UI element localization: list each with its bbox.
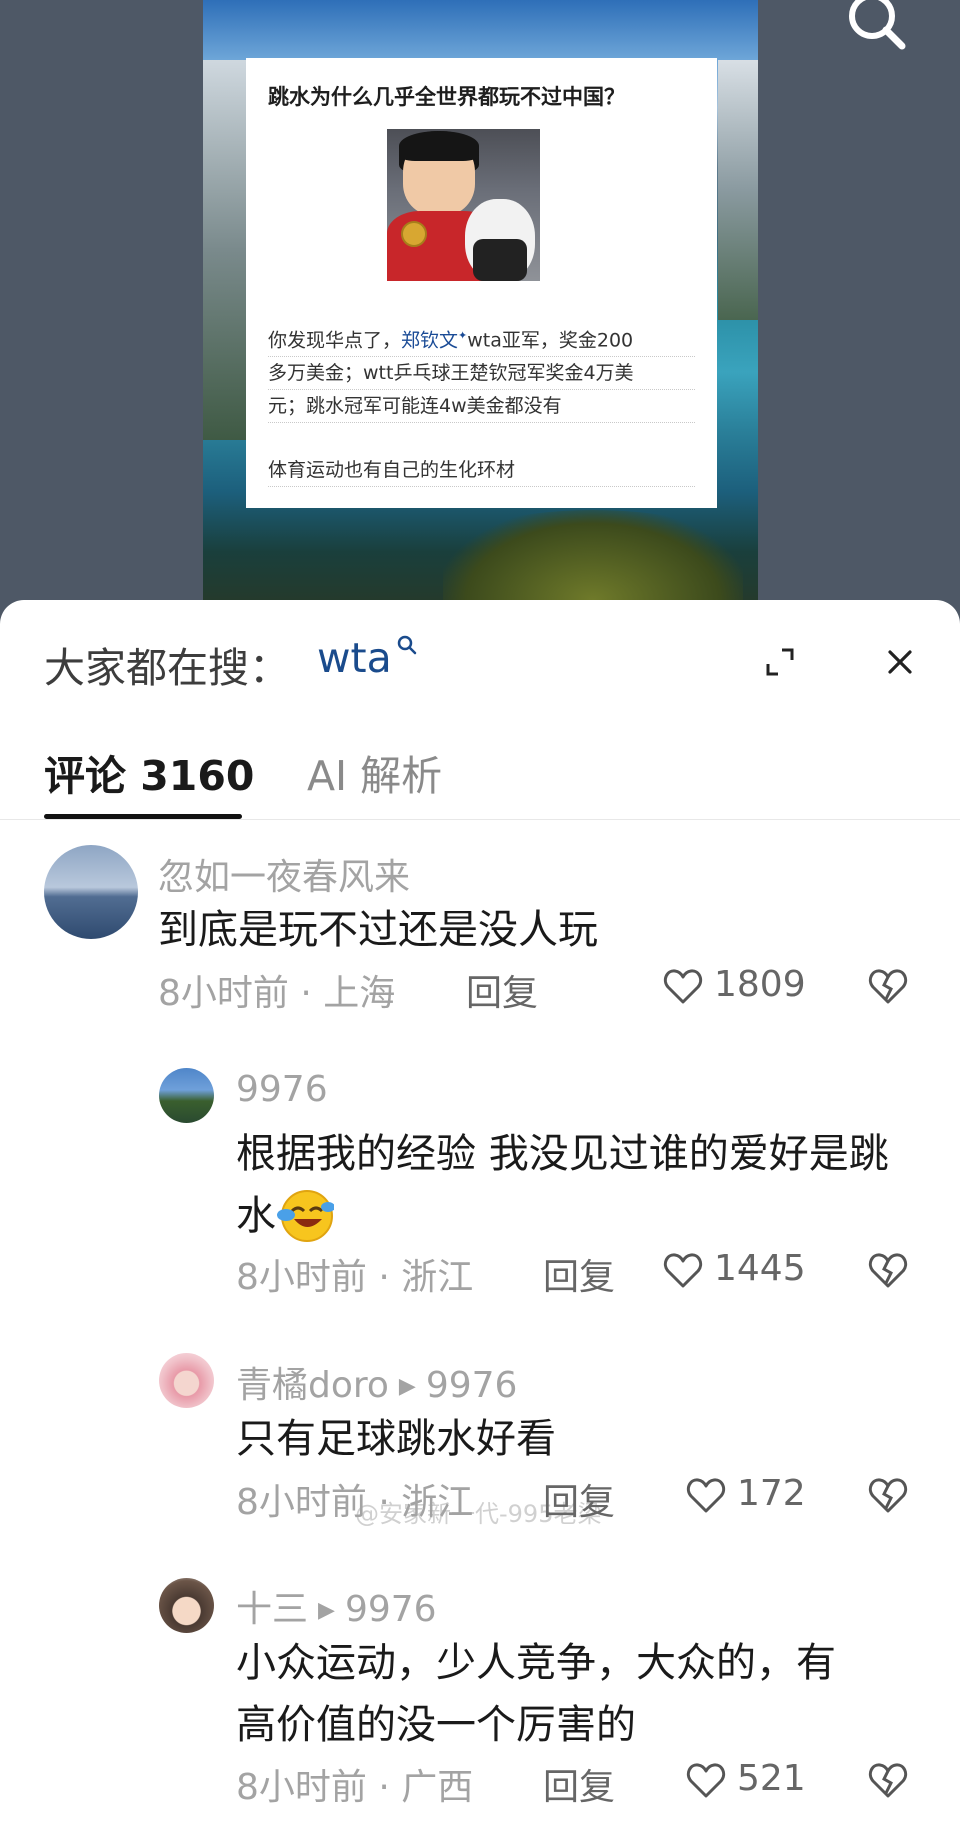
search-label: 大家都在搜： [44,644,290,692]
medal-icon [401,221,427,247]
comment-author[interactable]: 忽如一夜春风来 [158,848,410,900]
like-count: 521 [737,1758,806,1799]
search-term-link[interactable]: wta [317,634,392,682]
close-icon[interactable] [882,644,918,680]
reply-button[interactable]: 回复 [543,1758,615,1810]
reply-button[interactable]: 回复 [543,1248,615,1300]
broken-heart-icon[interactable] [868,1251,908,1291]
heart-icon[interactable] [686,1762,726,1800]
avatar[interactable] [159,1353,214,1408]
trending-search-row: 大家都在搜： wta [44,630,924,692]
comment-meta: 8小时前 · 浙江 [236,1257,474,1298]
comment-author[interactable]: 十三 ▶ 9976 [236,1580,437,1632]
card-note: 体育运动也有自己的生化环材 [268,455,695,487]
tab-ai-analysis[interactable]: AI 解析 [307,742,442,802]
broken-heart-icon[interactable] [868,1761,908,1801]
comment-meta: 8小时前 · 上海 [158,973,396,1014]
question-card: 跳水为什么几乎全世界都玩不过中国？ 你发现华点了，郑钦文✦wta亚军，奖金200… [246,58,717,508]
tab-active-indicator [44,814,242,819]
comment-text: 根据我的经验 我没见过谁的爱好是跳水 [236,1123,926,1247]
foliage [443,510,743,600]
avatar[interactable] [159,1578,214,1633]
reply-arrow-icon: ▶ [318,1598,335,1623]
comment-sheet: 大家都在搜： wta 评论 3160 AI 解析 忽如一夜春风来 到底是玩不过还… [0,600,960,1830]
comment-text: 小众运动，少人竞争，大众的，有 高价值的没一个厉害的 [236,1640,836,1748]
comment-text: 到底是玩不过还是没人玩 [158,907,598,953]
card-name-link[interactable]: 郑钦文 [401,329,458,351]
avatar[interactable] [44,845,138,939]
broken-heart-icon[interactable] [868,1476,908,1516]
like-count: 1809 [714,964,806,1005]
comment-author[interactable]: 青橘doro ▶ 9976 [236,1356,517,1408]
search-icon[interactable] [396,634,418,658]
heart-icon[interactable] [663,1252,703,1290]
avatar[interactable] [159,1068,214,1123]
comment-author[interactable]: 9976 [236,1069,328,1110]
like-count: 1445 [714,1248,806,1289]
comment-meta: 8小时前 · 广西 [236,1767,474,1808]
reply-arrow-icon: ▶ [398,1374,416,1399]
search-icon[interactable] [840,0,910,50]
heart-icon[interactable] [686,1477,726,1515]
comment-meta: 8小时前 · 浙江 [236,1482,474,1523]
comment-text: 只有足球跳水好看 [236,1416,556,1462]
video-area[interactable]: 跳水为什么几乎全世界都玩不过中国？ 你发现华点了，郑钦文✦wta亚军，奖金200… [0,0,960,615]
mountain-right [718,60,758,320]
heart-icon[interactable] [663,968,703,1006]
card-title: 跳水为什么几乎全世界都玩不过中国？ [268,85,625,109]
laughing-tears-emoji-icon [277,1190,334,1242]
athlete-photo [387,129,540,281]
comment-tabs: 评论 3160 AI 解析 [0,730,960,820]
tab-comments[interactable]: 评论 3160 [44,742,254,802]
card-body: 你发现华点了，郑钦文✦wta亚军，奖金200 多万美金；wtt乒乓球王楚钦冠军奖… [268,320,695,424]
like-count: 172 [737,1473,806,1514]
broken-heart-icon[interactable] [868,967,908,1007]
expand-icon[interactable] [762,644,798,680]
reply-button[interactable]: 回复 [543,1473,615,1525]
reply-button[interactable]: 回复 [466,964,538,1016]
